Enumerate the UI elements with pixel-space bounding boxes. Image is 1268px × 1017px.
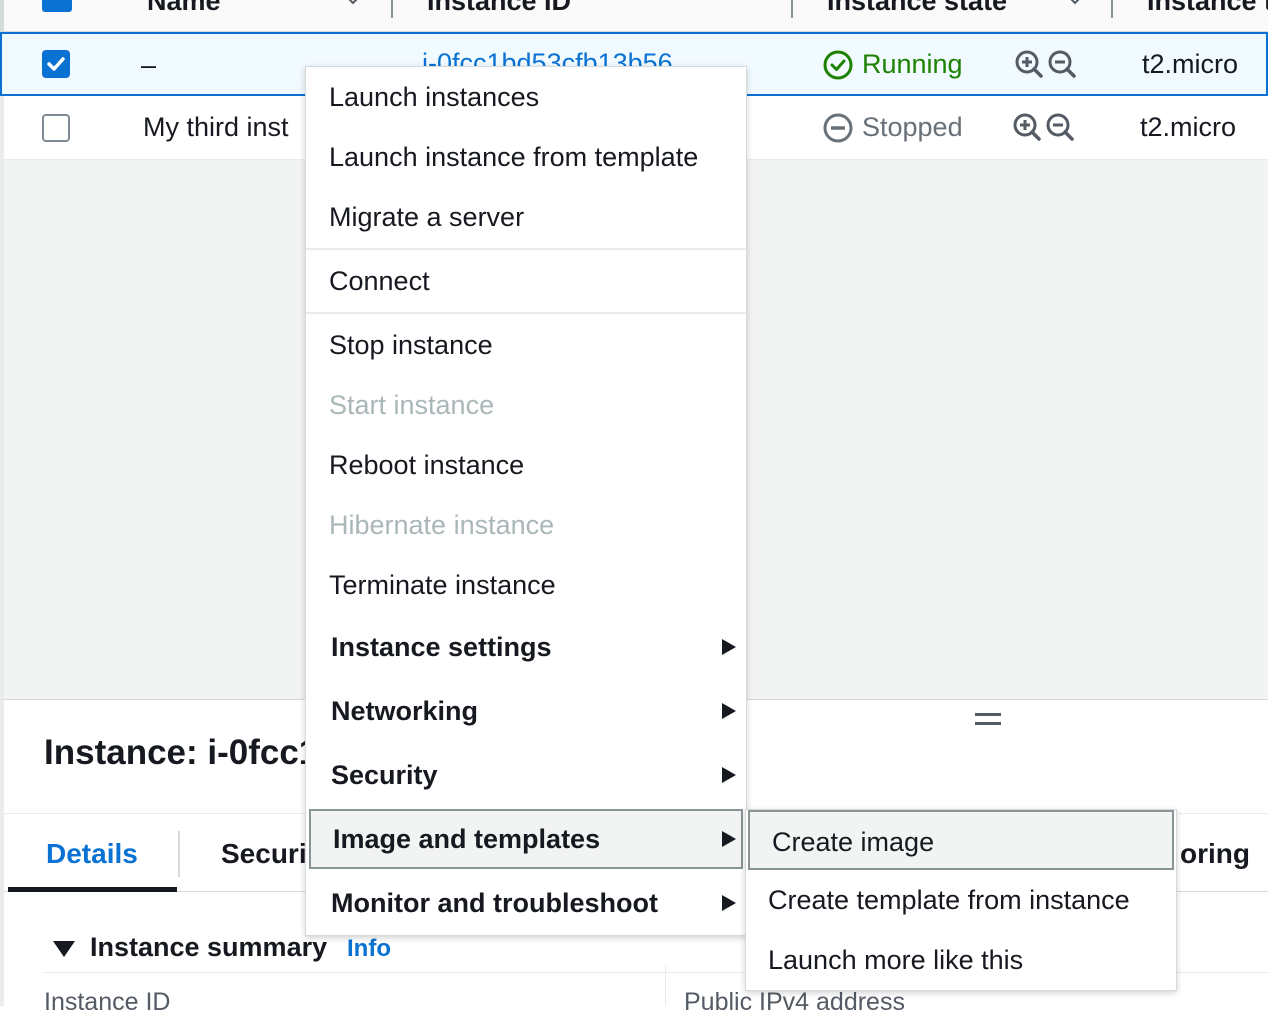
filter-caret-icon[interactable] — [1066, 0, 1084, 10]
zoom-out-icon[interactable] — [1047, 49, 1077, 79]
submenu-item-launch-more-like-this[interactable]: Launch more like this — [746, 930, 1176, 990]
column-divider[interactable] — [791, 0, 793, 18]
submenu-item-create-image[interactable]: Create image — [748, 810, 1174, 870]
menu-item-launch-from-template[interactable]: Launch instance from template — [306, 127, 746, 187]
row-checkbox[interactable] — [42, 50, 70, 78]
instance-type: t2.micro — [1140, 112, 1237, 142]
image-and-templates-submenu: Create image Create template from instan… — [745, 809, 1177, 991]
menu-divider — [306, 248, 746, 250]
row-checkbox[interactable] — [42, 114, 70, 142]
submenu-item-create-template[interactable]: Create template from instance — [746, 870, 1176, 930]
instance-id-label: Instance ID — [44, 988, 171, 1016]
menu-item-label: Networking — [331, 696, 479, 726]
menu-item-security[interactable]: Security — [306, 743, 746, 807]
menu-item-label: Instance settings — [331, 632, 552, 662]
details-title: Instance: i-0fcc1 — [44, 733, 319, 772]
column-divider — [665, 966, 666, 1006]
tab-security[interactable]: Securi — [221, 838, 307, 870]
instance-summary-title: Instance summary — [90, 932, 328, 962]
menu-item-terminate-instance[interactable]: Terminate instance — [306, 555, 746, 615]
submenu-arrow-icon — [722, 831, 736, 847]
caret-down-icon[interactable] — [52, 940, 76, 958]
resize-handle-icon[interactable] — [975, 713, 1001, 729]
stopped-icon — [823, 113, 853, 143]
submenu-arrow-icon — [722, 639, 736, 655]
info-link[interactable]: Info — [347, 935, 391, 963]
submenu-arrow-icon — [722, 767, 736, 783]
column-header-instance-id[interactable]: Instance ID — [427, 0, 571, 17]
menu-item-label: Monitor and troubleshoot — [331, 888, 658, 918]
menu-item-migrate-server[interactable]: Migrate a server — [306, 187, 746, 247]
tab-details[interactable]: Details — [46, 838, 138, 870]
menu-item-label: Security — [331, 760, 438, 790]
instance-name: – — [141, 50, 157, 80]
tab-monitoring[interactable]: oring — [1180, 838, 1250, 870]
instance-state: Running — [862, 49, 963, 79]
zoom-out-icon[interactable] — [1045, 112, 1075, 142]
submenu-arrow-icon — [722, 703, 736, 719]
menu-item-reboot-instance[interactable]: Reboot instance — [306, 435, 746, 495]
zoom-in-icon[interactable] — [1012, 112, 1042, 142]
instance-state: Stopped — [862, 112, 963, 142]
table-header: Name Instance ID Instance state Instance… — [0, 0, 1268, 32]
menu-item-monitor-and-troubleshoot[interactable]: Monitor and troubleshoot — [306, 871, 746, 935]
tab-divider — [178, 831, 180, 877]
menu-item-label: Image and templates — [333, 824, 601, 854]
menu-item-stop-instance[interactable]: Stop instance — [306, 315, 746, 375]
menu-item-hibernate-instance[interactable]: Hibernate instance — [306, 495, 746, 555]
public-ip-label: Public IPv4 address — [684, 988, 905, 1016]
menu-item-instance-settings[interactable]: Instance settings — [306, 615, 746, 679]
menu-item-image-and-templates[interactable]: Image and templates — [309, 809, 743, 869]
instance-name: My third inst — [143, 112, 289, 142]
column-header-instance-state[interactable]: Instance state — [827, 0, 1007, 17]
sort-caret-icon[interactable] — [344, 0, 362, 10]
column-divider[interactable] — [391, 0, 393, 18]
instance-type: t2.micro — [1142, 49, 1239, 79]
running-check-icon — [823, 50, 853, 80]
instance-actions-menu: Launch instances Launch instance from te… — [305, 66, 747, 936]
submenu-arrow-icon — [722, 895, 736, 911]
column-divider[interactable] — [1111, 0, 1113, 18]
menu-divider — [306, 312, 746, 314]
select-all-checkbox[interactable] — [42, 0, 72, 12]
active-tab-indicator — [8, 887, 177, 892]
zoom-in-icon[interactable] — [1014, 49, 1044, 79]
menu-item-networking[interactable]: Networking — [306, 679, 746, 743]
check-icon — [47, 57, 65, 71]
column-header-instance-type[interactable]: Instance t — [1147, 0, 1268, 17]
menu-item-connect[interactable]: Connect — [306, 251, 746, 311]
menu-item-start-instance[interactable]: Start instance — [306, 375, 746, 435]
column-header-name[interactable]: Name — [147, 0, 221, 17]
menu-item-launch-instances[interactable]: Launch instances — [306, 67, 746, 127]
